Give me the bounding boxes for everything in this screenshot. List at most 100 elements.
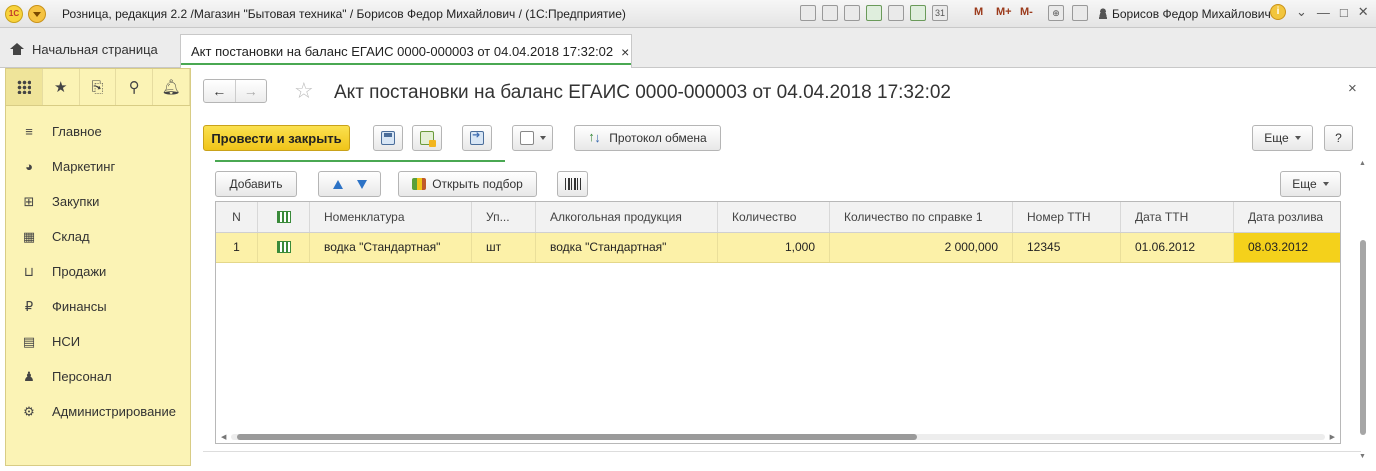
search-icon[interactable]: ⚲ — [116, 69, 154, 105]
create-based-on-button[interactable] — [512, 125, 553, 151]
column-header-quantity[interactable]: Количество — [718, 202, 830, 232]
maximize-button[interactable]: □ — [1340, 5, 1348, 20]
panel-icon[interactable] — [1072, 5, 1088, 21]
help-button[interactable]: ? — [1324, 125, 1353, 151]
sidebar-item-nsi[interactable]: ▤ НСИ — [6, 324, 190, 359]
memory-plus-button[interactable]: M+ — [996, 6, 1012, 18]
column-header-n[interactable]: N — [216, 202, 258, 232]
cell-quantity[interactable]: 1,000 — [718, 233, 830, 262]
close-form-icon[interactable]: × — [1348, 80, 1357, 97]
bell-icon[interactable]: 🔔︎ — [153, 69, 190, 105]
tab-close-icon[interactable]: × — [621, 44, 629, 60]
sidebar-item-label: Главное — [52, 124, 102, 139]
column-header-nomenclature[interactable]: Номенклатура — [310, 202, 472, 232]
save-button[interactable] — [373, 125, 403, 151]
column-header-ttn-number[interactable]: Номер ТТН — [1013, 202, 1121, 232]
cell-ttn-number[interactable]: 12345 — [1013, 233, 1121, 262]
tab-home[interactable]: Начальная страница — [10, 36, 158, 62]
cell-unit[interactable]: шт — [472, 233, 536, 262]
calculator-icon[interactable] — [910, 5, 926, 21]
column-header-alcohol[interactable]: Алкогольная продукция — [536, 202, 718, 232]
add-button[interactable]: Добавить — [215, 171, 297, 197]
scroll-thumb[interactable] — [237, 434, 917, 440]
current-user[interactable]: Борисов Федор Михайлович — [1098, 7, 1271, 21]
memory-minus-button[interactable]: M- — [1020, 6, 1033, 18]
cell-nomenclature[interactable]: водка "Стандартная" — [310, 233, 472, 262]
cell-bottling-date[interactable]: 08.03.2012 — [1234, 233, 1340, 262]
sidebar-item-personnel[interactable]: ♟ Персонал — [6, 359, 190, 394]
back-arrow-icon[interactable]: ← — [204, 80, 235, 102]
barcode-icon — [564, 178, 581, 190]
column-header-mark[interactable] — [258, 202, 310, 232]
sidebar-item-label: Маркетинг — [52, 159, 116, 174]
preview-icon[interactable] — [844, 5, 860, 21]
open-selection-button[interactable]: Открыть подбор — [398, 171, 537, 197]
sidebar-item-label: НСИ — [52, 334, 81, 349]
zoom-icon[interactable]: ⊕ — [1048, 5, 1064, 21]
move-up-icon[interactable] — [332, 179, 343, 189]
sidebar-item-purchases[interactable]: ⊞ Закупки — [6, 184, 190, 219]
info-icon[interactable]: i — [1270, 4, 1286, 20]
more-label: Еще — [1264, 131, 1289, 145]
favorites-star-icon[interactable]: ★ — [43, 69, 80, 105]
sidebar-item-label: Персонал — [52, 369, 112, 384]
table-row[interactable]: 1 водка "Стандартная" шт водка "Стандарт… — [216, 233, 1340, 263]
sidebar-item-warehouse[interactable]: ▦ Склад — [6, 219, 190, 254]
cell-quantity-cert[interactable]: 2 000,000 — [830, 233, 1013, 262]
apps-grid-icon[interactable] — [6, 69, 43, 105]
vertical-scrollbar[interactable]: ▲ ▼ — [1358, 160, 1368, 460]
menu-icon: ≡ — [25, 124, 33, 139]
cell-mark[interactable] — [258, 233, 310, 262]
sidebar-item-main[interactable]: ≡ Главное — [6, 114, 190, 149]
tab-document[interactable]: Акт постановки на баланс ЕГАИС 0000-0000… — [180, 34, 632, 68]
column-header-quantity-cert[interactable]: Количество по справке 1 — [830, 202, 1013, 232]
pie-chart-icon: ◕ — [25, 159, 33, 174]
scroll-up-icon[interactable]: ▲ — [1359, 160, 1366, 167]
sidebar-item-sales[interactable]: ⊔ Продажи — [6, 254, 190, 289]
cell-alcohol[interactable]: водка "Стандартная" — [536, 233, 718, 262]
horizontal-scrollbar[interactable]: ◀ ▶ — [217, 431, 1339, 441]
sidebar-item-admin[interactable]: ⚙ Администрирование — [6, 394, 190, 429]
sections-panel: ★ ⎘ ⚲ 🔔︎ ≡ Главное ◕ Маркетинг ⊞ Закупки ▦ С… — [5, 68, 191, 466]
tab-home-label: Начальная страница — [32, 41, 158, 57]
scroll-right-icon[interactable]: ▶ — [1330, 433, 1335, 441]
column-header-unit[interactable]: Уп... — [472, 202, 536, 232]
post-and-close-button[interactable]: Провести и закрыть — [203, 125, 350, 151]
favorite-star-icon[interactable]: ☆ — [294, 80, 314, 102]
sidebar-item-marketing[interactable]: ◕ Маркетинг — [6, 149, 190, 184]
sidebar-item-label: Продажи — [52, 264, 107, 279]
history-icon[interactable]: ⎘ — [80, 69, 117, 105]
history-icon[interactable] — [888, 5, 904, 21]
column-header-bottling-date[interactable]: Дата розлива — [1234, 202, 1340, 232]
main-menu-button[interactable] — [28, 5, 46, 23]
exchange-log-button[interactable]: Протокол обмена — [574, 125, 721, 151]
divider — [203, 451, 1361, 452]
cell-n[interactable]: 1 — [216, 233, 258, 262]
table-more-button[interactable]: Еще — [1280, 171, 1341, 197]
column-header-ttn-date[interactable]: Дата ТТН — [1121, 202, 1234, 232]
print-icon[interactable] — [822, 5, 838, 21]
more-button[interactable]: Еще — [1252, 125, 1313, 151]
calendar-icon[interactable]: 31 — [932, 5, 948, 21]
move-down-icon[interactable] — [356, 179, 367, 189]
go-to-button[interactable] — [462, 125, 492, 151]
user-name: Борисов Федор Михайлович — [1112, 7, 1271, 21]
scroll-thumb[interactable] — [1360, 240, 1366, 435]
chevron-down-icon[interactable]: ⌄ — [1296, 4, 1307, 20]
person-icon: ♟ — [23, 368, 35, 384]
barcode-button[interactable] — [557, 171, 588, 197]
favorite-add-icon[interactable] — [866, 5, 882, 21]
save-icon[interactable] — [800, 5, 816, 21]
memory-m-button[interactable]: M — [974, 6, 983, 18]
sidebar-item-finance[interactable]: ₽ Финансы — [6, 289, 190, 324]
scroll-left-icon[interactable]: ◀ — [221, 433, 226, 441]
scroll-down-icon[interactable]: ▼ — [1359, 453, 1366, 460]
table-more-label: Еще — [1292, 177, 1317, 191]
cell-ttn-date[interactable]: 01.06.2012 — [1121, 233, 1234, 262]
close-window-button[interactable]: ✕ — [1358, 4, 1369, 20]
app-logo-icon[interactable]: 1С — [5, 5, 23, 23]
post-button[interactable] — [412, 125, 442, 151]
catalog-icon: ▤ — [22, 333, 36, 349]
minimize-button[interactable]: — — [1317, 5, 1330, 20]
forward-arrow-icon[interactable]: → — [234, 80, 267, 102]
